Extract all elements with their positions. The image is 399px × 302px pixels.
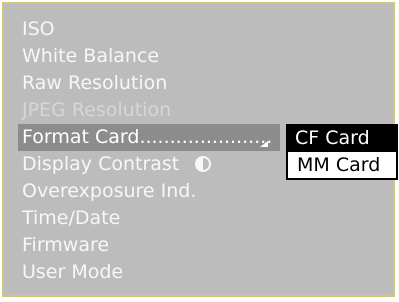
- menu-item-label: ISO: [22, 18, 55, 40]
- submenu-item-label: MM Card: [297, 154, 381, 176]
- menu-item-label: User Mode: [22, 261, 124, 283]
- menu-item-iso[interactable]: ISO: [18, 16, 280, 43]
- submenu-arrow-icon: [260, 141, 268, 147]
- menu-item-label: Format Card......................: [22, 126, 273, 148]
- menu-item-label: White Balance: [22, 45, 160, 67]
- contrast-icon: [195, 156, 212, 172]
- menu-item-firmware[interactable]: Firmware: [18, 232, 280, 259]
- submenu-item-cf-card[interactable]: CF Card: [286, 124, 398, 152]
- format-card-submenu: CF Card MM Card: [286, 124, 398, 180]
- menu-item-display-contrast[interactable]: Display Contrast: [18, 151, 280, 178]
- menu-item-label: Overexposure Ind.: [22, 180, 197, 202]
- menu-item-jpeg-resolution: JPEG Resolution: [18, 97, 280, 124]
- menu-item-user-mode[interactable]: User Mode: [18, 259, 280, 286]
- submenu-item-mm-card[interactable]: MM Card: [286, 152, 398, 180]
- menu-item-overexposure-ind[interactable]: Overexposure Ind.: [18, 178, 280, 205]
- menu-item-time-date[interactable]: Time/Date: [18, 205, 280, 232]
- menu-item-label: JPEG Resolution: [22, 99, 172, 121]
- main-menu: ISO White Balance Raw Resolution JPEG Re…: [18, 16, 280, 286]
- menu-item-white-balance[interactable]: White Balance: [18, 43, 280, 70]
- menu-item-label: Raw Resolution: [22, 72, 168, 94]
- menu-item-format-card[interactable]: Format Card......................: [18, 124, 280, 151]
- submenu-item-label: CF Card: [295, 127, 370, 149]
- menu-item-raw-resolution[interactable]: Raw Resolution: [18, 70, 280, 97]
- menu-item-label: Display Contrast: [22, 153, 180, 175]
- menu-item-label: Time/Date: [22, 207, 121, 229]
- menu-item-label: Firmware: [22, 234, 110, 256]
